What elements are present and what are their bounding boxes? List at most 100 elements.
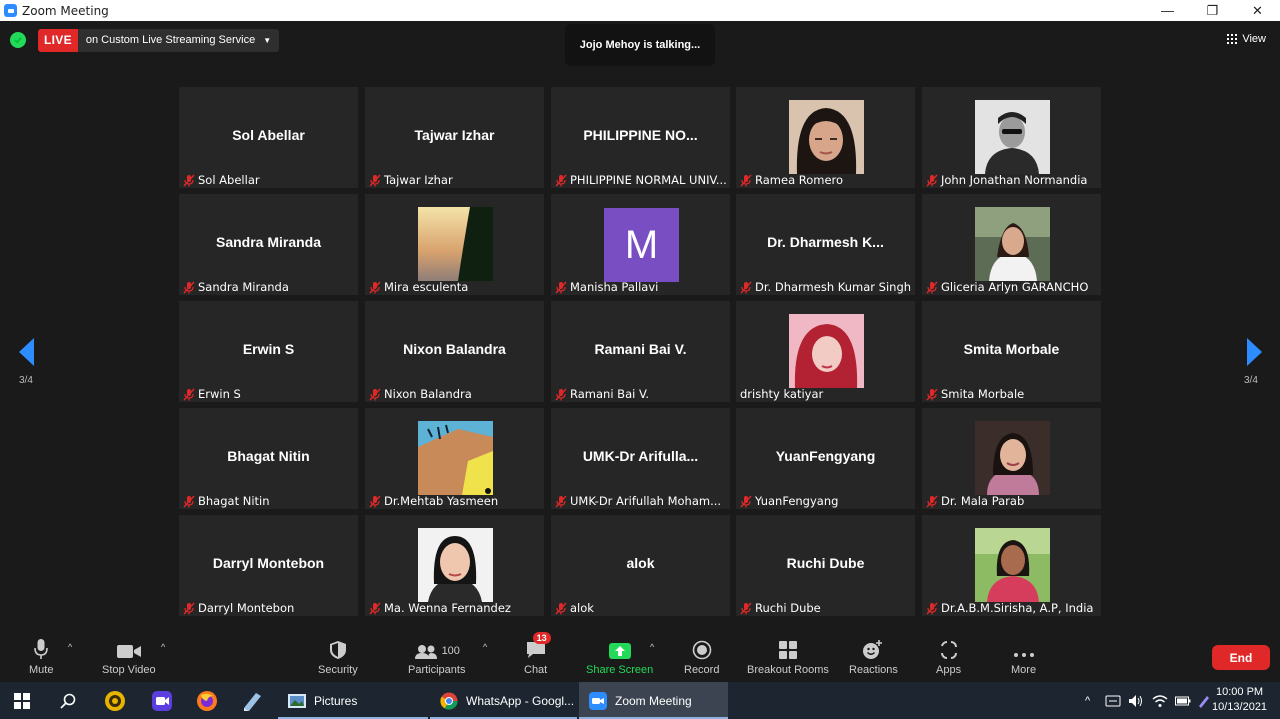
participant-tile[interactable]: Tajwar Izhar Tajwar Izhar — [365, 87, 544, 188]
participant-tile[interactable]: Sol Abellar Sol Abellar — [179, 87, 358, 188]
participant-tile[interactable]: Nixon Balandra Nixon Balandra — [365, 301, 544, 402]
participant-tile[interactable]: PHILIPPINE NO... PHILIPPINE NORMAL UNIV..… — [551, 87, 730, 188]
chat-button[interactable]: 13 Chat — [524, 632, 551, 676]
reactions-button[interactable]: Reactions — [849, 636, 898, 676]
view-button[interactable]: View — [1227, 33, 1266, 45]
participant-name-label: Dr.A.B.M.Sirisha, A.P, India — [926, 601, 1093, 615]
talking-indicator: Jojo Mehoy is talking... — [565, 24, 715, 66]
share-screen-button[interactable]: Share Screen — [586, 636, 653, 676]
participant-tile[interactable]: Ruchi Dube Ruchi Dube — [736, 515, 915, 616]
video-options-caret-icon[interactable]: ^ — [161, 642, 165, 652]
muted-mic-icon — [555, 388, 567, 400]
record-button[interactable]: Record — [684, 636, 719, 676]
participant-tile[interactable]: Smita Morbale Smita Morbale — [922, 301, 1101, 402]
participant-display-name: Bhagat Nitin — [227, 448, 310, 464]
taskbar-whatsapp[interactable]: WhatsApp - Googl... — [430, 682, 577, 719]
previous-page-arrow-icon[interactable] — [17, 338, 37, 366]
chat-unread-badge: 13 — [532, 632, 551, 644]
share-options-caret-icon[interactable]: ^ — [650, 642, 654, 652]
participant-tile[interactable]: Sandra Miranda Sandra Miranda — [179, 194, 358, 295]
participant-tile[interactable]: Ramani Bai V. Ramani Bai V. — [551, 301, 730, 402]
next-page-arrow-icon[interactable] — [1244, 338, 1264, 366]
restore-button[interactable]: ❐ — [1190, 0, 1235, 21]
clock-time: 10:00 PM — [1215, 686, 1264, 698]
participant-tile[interactable]: Dr.A.B.M.Sirisha, A.P, India — [922, 515, 1101, 616]
participant-name-label: Ma. Wenna Fernandez — [369, 601, 511, 615]
notes-app-icon[interactable] — [241, 682, 263, 719]
participant-tile[interactable]: Dr.Mehtab Yasmeen — [365, 408, 544, 509]
stop-video-button[interactable]: Stop Video — [102, 636, 156, 676]
participant-name: Nixon Balandra — [384, 387, 472, 401]
participant-tile[interactable]: Mira esculenta — [365, 194, 544, 295]
microphone-icon — [33, 636, 49, 660]
participant-tile[interactable]: YuanFengyang YuanFengyang — [736, 408, 915, 509]
page-indicator-right: 3/4 — [1244, 375, 1258, 386]
participant-display-name: YuanFengyang — [775, 448, 876, 464]
participant-video — [975, 100, 1050, 174]
tray-network-app-icon[interactable] — [1105, 682, 1121, 719]
reactions-label: Reactions — [849, 664, 898, 676]
participant-tile[interactable]: John Jonathan Normandia — [922, 87, 1101, 188]
participant-tile[interactable]: Gliceria Arlyn GARANCHO — [922, 194, 1101, 295]
participant-tile[interactable]: Ma. Wenna Fernandez — [365, 515, 544, 616]
end-meeting-button[interactable]: End — [1212, 645, 1270, 670]
participants-button[interactable]: 100 Participants — [408, 636, 465, 676]
taskbar-pictures[interactable]: Pictures — [278, 682, 428, 719]
stop-video-label: Stop Video — [102, 664, 156, 676]
participant-tile[interactable]: drishty katiyar — [736, 301, 915, 402]
participant-tile[interactable]: Dr. Mala Parab — [922, 408, 1101, 509]
stream-service-dropdown[interactable]: on Custom Live Streaming Service ▼ — [77, 29, 280, 52]
video-chat-app-icon[interactable] — [151, 682, 173, 719]
participant-video — [975, 207, 1050, 281]
participant-tile[interactable]: Ramea Romero — [736, 87, 915, 188]
muted-mic-icon — [183, 174, 195, 186]
mute-button[interactable]: Mute — [29, 636, 53, 676]
windows-start-icon[interactable] — [14, 682, 30, 719]
participant-name-label: John Jonathan Normandia — [926, 173, 1087, 187]
taskbar-clock[interactable]: 10:00 PM 10/13/2021 — [1212, 685, 1267, 715]
participant-video — [789, 100, 864, 174]
taskbar-zoom[interactable]: Zoom Meeting — [579, 682, 728, 719]
breakout-rooms-button[interactable]: Breakout Rooms — [747, 636, 829, 676]
more-button[interactable]: More — [1011, 636, 1036, 676]
participant-tile[interactable]: Bhagat Nitin Bhagat Nitin — [179, 408, 358, 509]
participant-name: UMK-Dr Arifullah Moham... — [570, 494, 722, 508]
taskbar-whatsapp-label: WhatsApp - Googl... — [466, 693, 575, 708]
live-stream-indicator[interactable]: LIVE on Custom Live Streaming Service ▼ — [38, 29, 280, 52]
participant-name: Ramani Bai V. — [570, 387, 650, 401]
search-icon[interactable] — [60, 682, 76, 719]
participant-display-name: PHILIPPINE NO... — [583, 127, 698, 143]
participant-tile[interactable]: UMK-Dr Arifulla... UMK-Dr Arifullah Moham… — [551, 408, 730, 509]
participant-name: Dr. Mala Parab — [941, 494, 1025, 508]
participant-tile[interactable]: Erwin S Erwin S — [179, 301, 358, 402]
tray-chevron-icon[interactable]: ^ — [1085, 682, 1090, 719]
encryption-shield-icon[interactable] — [10, 32, 26, 48]
apps-button[interactable]: Apps — [936, 636, 961, 676]
participants-options-caret-icon[interactable]: ^ — [483, 642, 487, 652]
participant-tile[interactable]: Darryl Montebon Darryl Montebon — [179, 515, 358, 616]
audio-options-caret-icon[interactable]: ^ — [68, 642, 72, 652]
participant-name-label: Sol Abellar — [183, 173, 260, 187]
participant-display-name: alok — [626, 555, 655, 571]
participant-tile[interactable]: Dr. Dharmesh K... Dr. Dharmesh Kumar Sing… — [736, 194, 915, 295]
participant-name: YuanFengyang — [755, 494, 839, 508]
firefox-icon[interactable] — [196, 682, 218, 719]
pen-icon[interactable] — [1197, 682, 1211, 719]
battery-icon[interactable] — [1175, 682, 1191, 719]
volume-icon[interactable] — [1128, 682, 1144, 719]
minimize-button[interactable]: — — [1145, 0, 1190, 21]
participant-tile[interactable]: alok alok — [551, 515, 730, 616]
participant-video — [975, 528, 1050, 602]
participant-display-name: Nixon Balandra — [403, 341, 506, 357]
zoom-taskbar-icon — [589, 691, 607, 710]
participant-display-name: UMK-Dr Arifulla... — [582, 448, 699, 464]
close-button[interactable]: ✕ — [1235, 0, 1280, 21]
security-button[interactable]: Security — [318, 636, 358, 676]
participant-name-label: YuanFengyang — [740, 494, 838, 508]
participant-name-label: Gliceria Arlyn GARANCHO — [926, 280, 1088, 294]
wifi-icon[interactable] — [1152, 682, 1168, 719]
participant-name: Mira esculenta — [384, 280, 469, 294]
breakout-rooms-label: Breakout Rooms — [747, 664, 829, 676]
emblem-app-icon[interactable] — [104, 682, 126, 719]
participant-tile[interactable]: M Manisha Pallavi — [551, 194, 730, 295]
